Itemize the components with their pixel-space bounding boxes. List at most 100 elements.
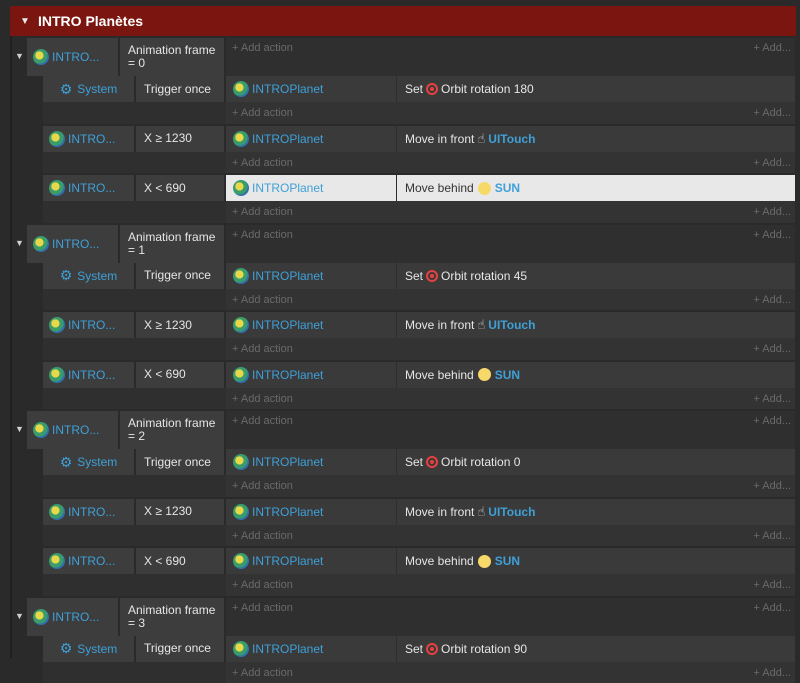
condition-object[interactable]: INTRO... xyxy=(43,312,136,338)
sub-event-condition[interactable]: ⚙ System Trigger once xyxy=(43,636,226,683)
action-row[interactable]: INTROPlanet Move in front ☝ UITouch xyxy=(226,126,795,152)
add-more-link[interactable]: + Add... xyxy=(753,206,791,218)
add-more-link[interactable]: + Add... xyxy=(753,393,791,405)
action-row[interactable]: INTROPlanet Set Orbit rotation 0 xyxy=(226,449,795,475)
action-description[interactable]: Move in front ☝ UITouch xyxy=(397,131,535,147)
condition-text[interactable]: X ≥ 1230 xyxy=(136,499,226,525)
sub-event-condition[interactable]: INTRO... X < 690 xyxy=(43,548,226,596)
action-object[interactable]: INTROPlanet xyxy=(226,76,397,102)
add-action-link[interactable]: + Add action xyxy=(232,42,293,54)
add-more-link[interactable]: + Add... xyxy=(753,530,791,542)
action-description[interactable]: Set Orbit rotation 180 xyxy=(397,82,534,96)
add-more-link[interactable]: + Add... xyxy=(753,107,791,119)
condition-object[interactable]: INTRO... xyxy=(43,548,136,574)
action-description[interactable]: Move behind SUN xyxy=(397,181,520,195)
condition-text[interactable]: Animation frame = 1 xyxy=(120,225,226,263)
condition-object[interactable]: INTRO... xyxy=(43,126,136,152)
condition-text[interactable]: X ≥ 1230 xyxy=(136,126,226,152)
add-more-link[interactable]: + Add... xyxy=(753,42,791,54)
condition-text[interactable]: Animation frame = 3 xyxy=(120,598,226,636)
condition-object[interactable]: INTRO... xyxy=(27,598,120,636)
action-description[interactable]: Move behind SUN xyxy=(397,368,520,382)
action-row[interactable]: INTROPlanet Move behind SUN xyxy=(226,362,795,388)
add-more-link[interactable]: + Add... xyxy=(753,667,791,679)
condition-text[interactable]: Animation frame = 2 xyxy=(120,411,226,449)
condition-text[interactable]: Trigger once xyxy=(136,76,226,102)
condition-text[interactable]: X < 690 xyxy=(136,362,226,388)
add-action-link[interactable]: + Add action xyxy=(232,107,293,119)
condition-text[interactable]: X < 690 xyxy=(136,548,226,574)
condition-object[interactable]: INTRO... xyxy=(43,175,136,201)
action-object[interactable]: INTROPlanet xyxy=(226,499,397,525)
add-more-link[interactable]: + Add... xyxy=(753,602,791,614)
event-condition[interactable]: INTRO... Animation frame = 2 xyxy=(27,411,226,449)
add-action-link[interactable]: + Add action xyxy=(232,229,293,241)
sub-event-condition[interactable]: INTRO... X < 690 xyxy=(43,175,226,223)
condition-text[interactable]: Trigger once xyxy=(136,263,226,289)
condition-object[interactable]: ⚙ System xyxy=(43,263,136,289)
add-more-link[interactable]: + Add... xyxy=(753,415,791,427)
event-condition[interactable]: INTRO... Animation frame = 1 xyxy=(27,225,226,263)
action-row[interactable]: INTROPlanet Move behind SUN xyxy=(226,548,795,574)
sub-event-condition[interactable]: ⚙ System Trigger once xyxy=(43,76,226,124)
action-row[interactable]: INTROPlanet Move in front ☝ UITouch xyxy=(226,499,795,525)
condition-object[interactable]: INTRO... xyxy=(43,362,136,388)
action-object[interactable]: INTROPlanet xyxy=(226,362,397,388)
condition-text[interactable]: Animation frame = 0 xyxy=(120,38,226,76)
sub-event-condition[interactable]: ⚙ System Trigger once xyxy=(43,263,226,311)
condition-object[interactable]: ⚙ System xyxy=(43,76,136,102)
add-action-link[interactable]: + Add action xyxy=(232,667,293,679)
add-action-link[interactable]: + Add action xyxy=(232,157,293,169)
condition-object[interactable]: INTRO... xyxy=(27,411,120,449)
add-more-link[interactable]: + Add... xyxy=(753,343,791,355)
add-more-link[interactable]: + Add... xyxy=(753,579,791,591)
action-description[interactable]: Move behind SUN xyxy=(397,554,520,568)
add-action-link[interactable]: + Add action xyxy=(232,343,293,355)
expand-triangle-icon[interactable]: ▼ xyxy=(15,611,24,621)
action-description[interactable]: Set Orbit rotation 45 xyxy=(397,269,527,283)
condition-text[interactable]: X < 690 xyxy=(136,175,226,201)
action-object[interactable]: INTROPlanet xyxy=(226,126,397,152)
action-description[interactable]: Set Orbit rotation 0 xyxy=(397,455,520,469)
collapse-triangle-icon[interactable]: ▼ xyxy=(20,16,38,27)
action-object[interactable]: INTROPlanet xyxy=(226,263,397,289)
add-action-link[interactable]: + Add action xyxy=(232,530,293,542)
action-object[interactable]: INTROPlanet xyxy=(226,449,397,475)
action-description[interactable]: Move in front ☝ UITouch xyxy=(397,317,535,333)
sub-event-condition[interactable]: INTRO... X ≥ 1230 xyxy=(43,312,226,360)
action-row[interactable]: INTROPlanet Move behind SUN xyxy=(226,175,795,201)
action-description[interactable]: Move in front ☝ UITouch xyxy=(397,504,535,520)
expand-triangle-icon[interactable]: ▼ xyxy=(15,238,24,248)
add-action-link[interactable]: + Add action xyxy=(232,393,293,405)
action-description[interactable]: Set Orbit rotation 90 xyxy=(397,642,527,656)
action-row[interactable]: INTROPlanet Set Orbit rotation 45 xyxy=(226,263,795,289)
action-row[interactable]: INTROPlanet Set Orbit rotation 180 xyxy=(226,76,795,102)
add-more-link[interactable]: + Add... xyxy=(753,294,791,306)
action-object[interactable]: INTROPlanet xyxy=(226,175,397,201)
sub-event-condition[interactable]: ⚙ System Trigger once xyxy=(43,449,226,497)
add-action-link[interactable]: + Add action xyxy=(232,480,293,492)
condition-text[interactable]: X ≥ 1230 xyxy=(136,312,226,338)
add-more-link[interactable]: + Add... xyxy=(753,229,791,241)
condition-object[interactable]: INTRO... xyxy=(43,499,136,525)
add-more-link[interactable]: + Add... xyxy=(753,157,791,169)
add-action-link[interactable]: + Add action xyxy=(232,602,293,614)
add-more-link[interactable]: + Add... xyxy=(753,480,791,492)
condition-object[interactable]: ⚙ System xyxy=(43,449,136,475)
action-object[interactable]: INTROPlanet xyxy=(226,548,397,574)
event-condition[interactable]: INTRO... Animation frame = 3 xyxy=(27,598,226,636)
add-action-link[interactable]: + Add action xyxy=(232,415,293,427)
sub-event-condition[interactable]: INTRO... X ≥ 1230 xyxy=(43,126,226,174)
event-condition[interactable]: INTRO... Animation frame = 0 xyxy=(27,38,226,76)
sub-event-condition[interactable]: INTRO... X ≥ 1230 xyxy=(43,499,226,547)
expand-triangle-icon[interactable]: ▼ xyxy=(15,424,24,434)
action-object[interactable]: INTROPlanet xyxy=(226,312,397,338)
action-row[interactable]: INTROPlanet Move in front ☝ UITouch xyxy=(226,312,795,338)
add-action-link[interactable]: + Add action xyxy=(232,579,293,591)
condition-object[interactable]: INTRO... xyxy=(27,38,120,76)
add-action-link[interactable]: + Add action xyxy=(232,206,293,218)
expand-triangle-icon[interactable]: ▼ xyxy=(15,51,24,61)
add-action-link[interactable]: + Add action xyxy=(232,294,293,306)
event-group-header[interactable]: ▼ INTRO Planètes xyxy=(10,6,796,36)
condition-object[interactable]: INTRO... xyxy=(27,225,120,263)
